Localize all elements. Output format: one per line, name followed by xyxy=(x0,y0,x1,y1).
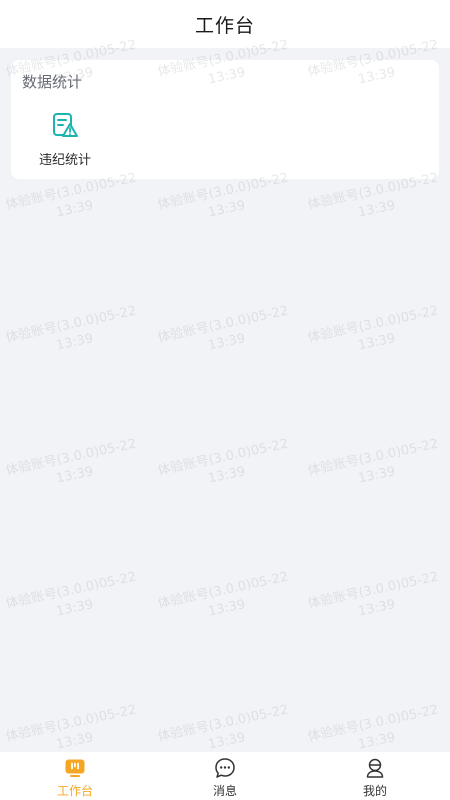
tab-profile[interactable]: 我的 xyxy=(300,752,450,800)
tab-label: 工作台 xyxy=(56,784,93,798)
message-icon xyxy=(215,758,235,778)
tab-messages[interactable]: 消息 xyxy=(150,752,300,800)
violation-statistics-tile[interactable]: 违纪统计 xyxy=(25,110,105,172)
workbench-icon xyxy=(65,759,85,777)
card-title: 数据统计 xyxy=(22,73,83,91)
tab-workbench[interactable]: 工作台 xyxy=(0,752,150,800)
violation-report-icon xyxy=(53,113,78,137)
workbench-content: 数据统计 违纪统计 xyxy=(0,48,450,752)
data-statistics-card: 数据统计 违纪统计 xyxy=(11,60,439,179)
top-nav-bar: 工作台 xyxy=(0,0,450,48)
profile-icon xyxy=(366,758,384,778)
tab-label: 消息 xyxy=(212,784,237,798)
page-title: 工作台 xyxy=(194,14,255,37)
tile-label: 违纪统计 xyxy=(38,153,91,168)
tab-label: 我的 xyxy=(362,784,387,798)
bottom-tab-bar: 工作台 消息 我的 xyxy=(0,752,450,800)
